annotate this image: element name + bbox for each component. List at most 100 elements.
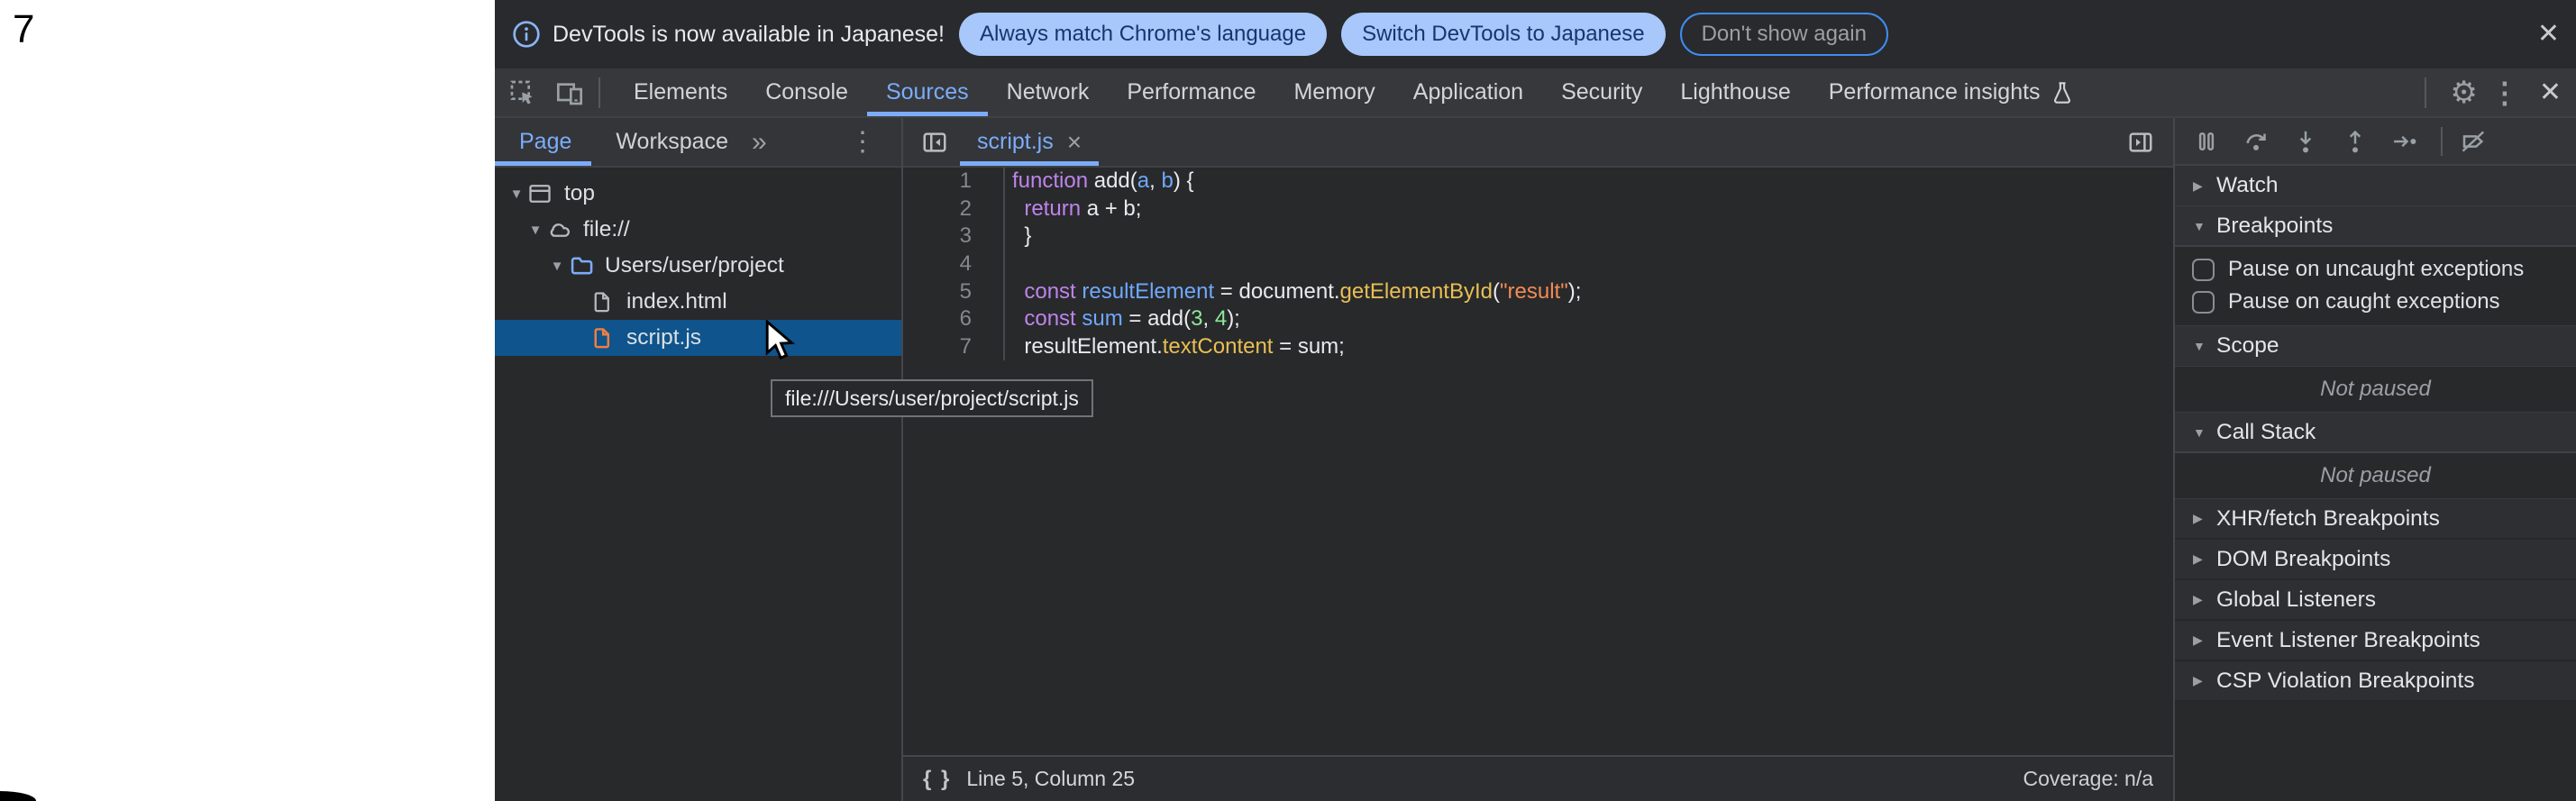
expand-arrow-icon[interactable]: ▼ [525,223,546,238]
code-line[interactable]: 7 resultElement.textContent = sum; [903,333,2173,361]
code-text[interactable]: resultElement.textContent = sum; [1005,334,1345,360]
code-text[interactable]: return a + b; [1005,196,1141,222]
toggle-navigator-panel-icon[interactable] [918,124,951,160]
file-icon [589,289,617,314]
tab-network[interactable]: Network [988,68,1109,116]
collapse-arrow-icon[interactable]: ▼ [2193,425,2216,440]
section-scope[interactable]: ▼ Scope [2175,326,2576,367]
tab-performance[interactable]: Performance [1108,68,1274,116]
frame-icon [527,181,554,206]
step-out-icon[interactable] [2342,128,2369,155]
deactivate-breakpoints-icon[interactable] [2459,128,2488,155]
navigator-tab-workspace[interactable]: Workspace [591,118,748,166]
tab-security[interactable]: Security [1542,68,1661,116]
section-dom-breakpoints[interactable]: ▶ DOM Breakpoints [2175,540,2576,580]
code-text[interactable]: } [1005,223,1031,249]
tree-row-label: index.html [626,289,727,314]
code-editor[interactable]: 1function add(a, b) {2 return a + b;3 }4… [903,168,2173,755]
tree-row-project-folder[interactable]: ▼ Users/user/project [495,248,901,284]
expand-arrow-icon[interactable]: ▼ [546,259,568,274]
sources-panel: Page Workspace » ⋮ ▼ top ▼ [495,118,2576,801]
section-csp-violation-breakpoints[interactable]: ▶ CSP Violation Breakpoints [2175,661,2576,702]
step-into-icon[interactable] [2292,128,2319,155]
tree-row-index-html[interactable]: index.html [495,284,901,320]
toolbar-separator [2425,77,2426,108]
navigator-pane: Page Workspace » ⋮ ▼ top ▼ [495,118,903,801]
code-text[interactable]: function add(a, b) { [1005,168,1194,194]
breakpoints-body: Pause on uncaught exceptions Pause on ca… [2175,247,2576,326]
always-match-language-button[interactable]: Always match Chrome's language [959,13,1327,56]
collapse-arrow-icon[interactable]: ▼ [2193,339,2216,353]
more-options-icon[interactable]: ⋮ [2490,78,2519,107]
collapse-arrow-icon[interactable]: ▶ [2193,633,2216,648]
code-line[interactable]: 3 } [903,223,2173,250]
tab-console[interactable]: Console [746,68,867,116]
code-line[interactable]: 6 const sum = add(3, 4); [903,305,2173,333]
tree-row-file-scheme[interactable]: ▼ file:// [495,212,901,248]
line-number[interactable]: 4 [903,250,1005,278]
step-icon[interactable] [2391,128,2418,155]
section-call-stack[interactable]: ▼ Call Stack [2175,413,2576,453]
code-line[interactable]: 1function add(a, b) { [903,168,2173,196]
collapse-arrow-icon[interactable]: ▶ [2193,178,2216,194]
tab-performance-insights[interactable]: Performance insights [1810,68,2094,116]
code-line[interactable]: 4 [903,250,2173,278]
collapse-arrow-icon[interactable]: ▼ [2193,219,2216,233]
device-toolbar-icon[interactable] [550,75,589,111]
editor-tab-close-icon[interactable]: × [1067,128,1082,157]
cursor-position-text: Line 5, Column 25 [966,767,1135,791]
collapse-arrow-icon[interactable]: ▶ [2193,551,2216,567]
collapse-arrow-icon[interactable]: ▶ [2193,511,2216,526]
tab-application[interactable]: Application [1394,68,1542,116]
line-number[interactable]: 6 [903,305,1005,333]
devtools-close-icon[interactable]: ✕ [2539,79,2562,106]
dont-show-again-button[interactable]: Don't show again [1680,13,1888,56]
inspect-element-icon[interactable] [505,75,541,111]
tab-elements[interactable]: Elements [615,68,746,116]
code-line[interactable]: 2 return a + b; [903,196,2173,223]
tab-memory[interactable]: Memory [1274,68,1393,116]
folder-icon [568,253,595,278]
pretty-print-icon[interactable]: { } [923,767,951,792]
expand-arrow-icon[interactable]: ▼ [506,187,527,202]
debugger-sidebar: ▶ Watch ▼ Breakpoints Pause on uncaught … [2173,118,2576,801]
flask-icon [2050,80,2075,105]
checkbox-icon[interactable] [2192,291,2215,314]
more-tabs-icon[interactable]: » [752,127,767,158]
step-over-icon[interactable] [2243,128,2270,155]
infobar-close-icon[interactable]: ✕ [2537,21,2560,48]
section-event-listener-breakpoints[interactable]: ▶ Event Listener Breakpoints [2175,621,2576,661]
code-text[interactable]: const sum = add(3, 4); [1005,306,1240,332]
tree-row-label: script.js [626,325,701,350]
navigator-tab-page[interactable]: Page [495,118,591,166]
section-breakpoints[interactable]: ▼ Breakpoints [2175,206,2576,247]
line-number[interactable]: 5 [903,278,1005,305]
settings-gear-icon[interactable]: ⚙ [2450,77,2477,108]
toolbar-separator [2441,127,2443,156]
tab-lighthouse[interactable]: Lighthouse [1661,68,1809,116]
pause-uncaught-exceptions-row[interactable]: Pause on uncaught exceptions [2175,253,2576,286]
navigator-menu-icon[interactable]: ⋮ [849,126,876,158]
line-number[interactable]: 3 [903,223,1005,250]
tab-sources[interactable]: Sources [867,68,988,116]
pause-caught-exceptions-row[interactable]: Pause on caught exceptions [2175,286,2576,318]
tree-row-script-js[interactable]: script.js [495,320,901,356]
switch-devtools-japanese-button[interactable]: Switch DevTools to Japanese [1341,13,1666,56]
code-line[interactable]: 5 const resultElement = document.getElem… [903,278,2173,305]
checkbox-icon[interactable] [2192,259,2215,281]
editor-tab-script-js[interactable]: script.js × [960,118,1099,166]
pause-script-icon[interactable] [2193,128,2220,155]
collapse-arrow-icon[interactable]: ▶ [2193,592,2216,607]
section-watch[interactable]: ▶ Watch [2175,166,2576,206]
line-number[interactable]: 7 [903,333,1005,361]
line-number[interactable]: 1 [903,168,1005,196]
section-xhr-breakpoints[interactable]: ▶ XHR/fetch Breakpoints [2175,499,2576,540]
line-number[interactable]: 2 [903,196,1005,223]
section-global-listeners[interactable]: ▶ Global Listeners [2175,580,2576,621]
tree-row-top[interactable]: ▼ top [495,176,901,212]
code-text[interactable]: const resultElement = document.getElemen… [1005,279,1581,305]
toggle-debugger-panel-icon[interactable] [2124,124,2157,160]
devtools-main-toolbar: Elements Console Sources Network Perform… [495,68,2576,118]
editor-pane: script.js × 1function add(a, b) {2 retur… [903,118,2173,801]
collapse-arrow-icon[interactable]: ▶ [2193,673,2216,688]
